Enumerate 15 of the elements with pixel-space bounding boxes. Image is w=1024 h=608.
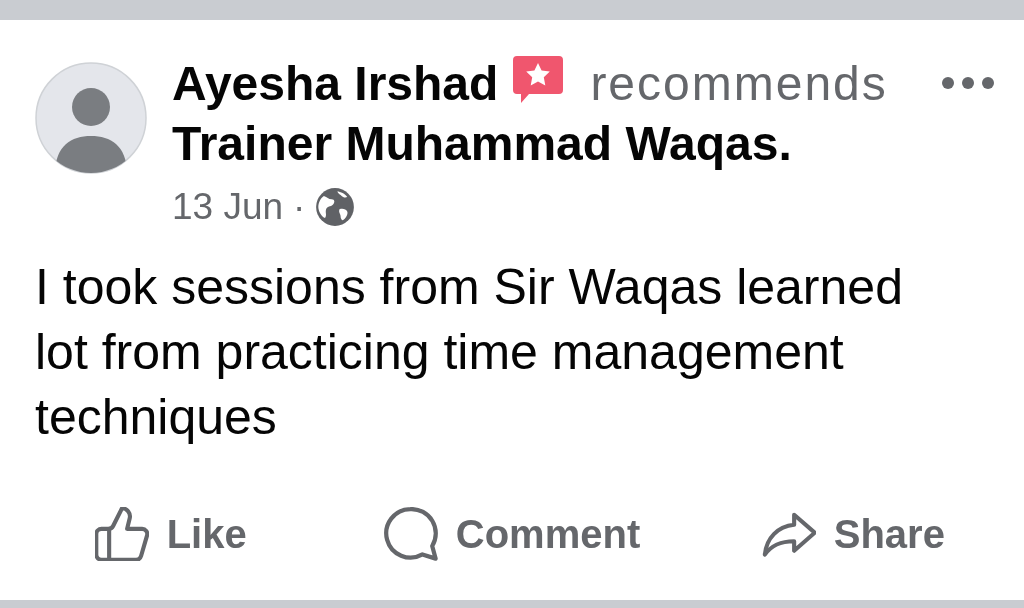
globe-icon <box>315 187 356 227</box>
post-date[interactable]: 13 Jun <box>172 185 284 229</box>
avatar-silhouette[interactable] <box>35 62 147 174</box>
share-button[interactable]: Share <box>761 507 945 561</box>
star-badge-icon <box>513 56 564 104</box>
author-link[interactable]: Ayesha Irshad <box>172 57 499 110</box>
like-button[interactable]: Like <box>94 507 247 561</box>
thumbs-up-icon <box>94 507 149 561</box>
speech-bubble-icon <box>383 507 438 561</box>
post-text: I took sessions from Sir Waqas learned lot from practicing time management techniques <box>34 258 904 447</box>
more-options-icon[interactable] <box>941 75 995 91</box>
page-link[interactable]: Trainer Muhammad Waqas. <box>172 117 792 170</box>
action-text: recommends <box>590 57 888 110</box>
separator-dot: · <box>293 185 306 229</box>
comment-button[interactable]: Comment <box>383 507 641 561</box>
